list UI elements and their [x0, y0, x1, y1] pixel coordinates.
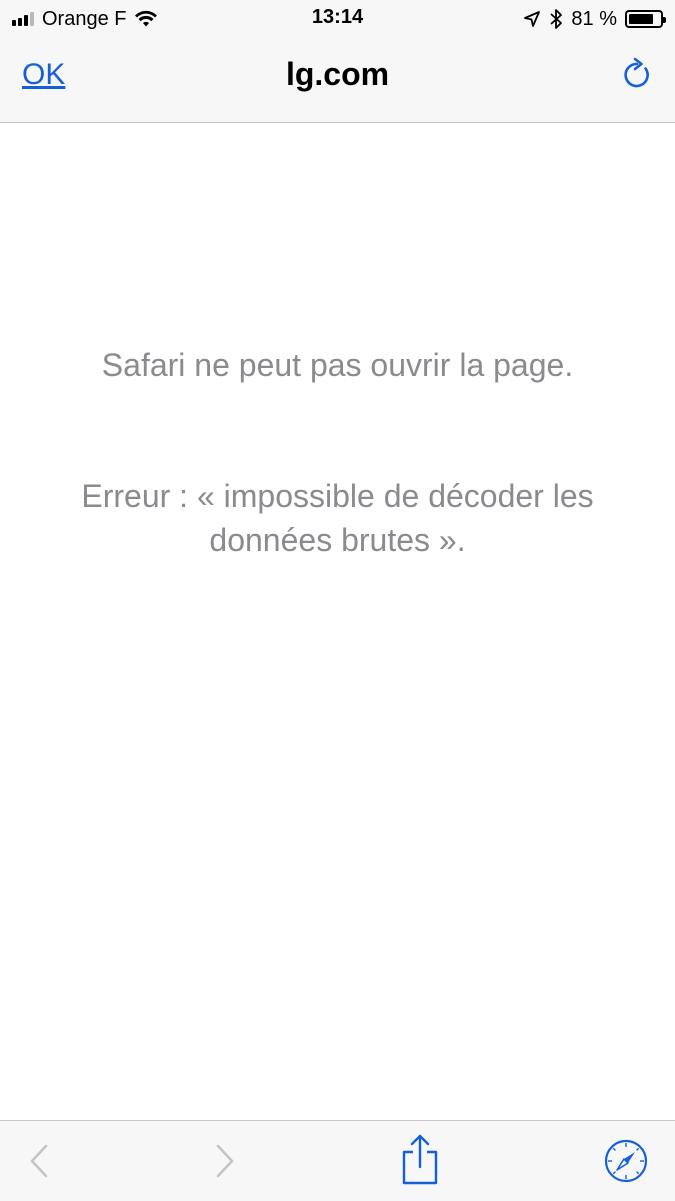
- forward-chevron-icon: [216, 1144, 234, 1178]
- safari-compass-icon: [604, 1139, 648, 1183]
- error-detail: Erreur : « impossible de décoder les don…: [81, 478, 594, 558]
- share-icon: [402, 1134, 438, 1185]
- location-arrow-icon: [524, 11, 541, 27]
- status-right: 81 %: [523, 6, 666, 32]
- status-bar: Orange F 13:14 81 %: [0, 0, 675, 38]
- bluetooth-icon: [550, 9, 563, 29]
- web-content: Safari ne peut pas ouvrir la page. Erreu…: [0, 123, 675, 1120]
- battery-level-fill: [629, 14, 653, 24]
- page-title: lg.com: [285, 56, 390, 92]
- share-button[interactable]: [400, 1131, 440, 1187]
- reload-icon[interactable]: [621, 56, 653, 92]
- navigation-bar: OK lg.com: [0, 38, 675, 123]
- forward-button[interactable]: [210, 1139, 240, 1183]
- bottom-toolbar: [0, 1120, 675, 1201]
- battery-percent: 81 %: [571, 7, 617, 30]
- back-chevron-icon: [30, 1144, 48, 1178]
- error-title: Safari ne peut pas ouvrir la page.: [101, 347, 574, 383]
- back-button[interactable]: [24, 1139, 54, 1183]
- open-in-safari-button[interactable]: [603, 1138, 649, 1184]
- battery-icon: [625, 10, 666, 28]
